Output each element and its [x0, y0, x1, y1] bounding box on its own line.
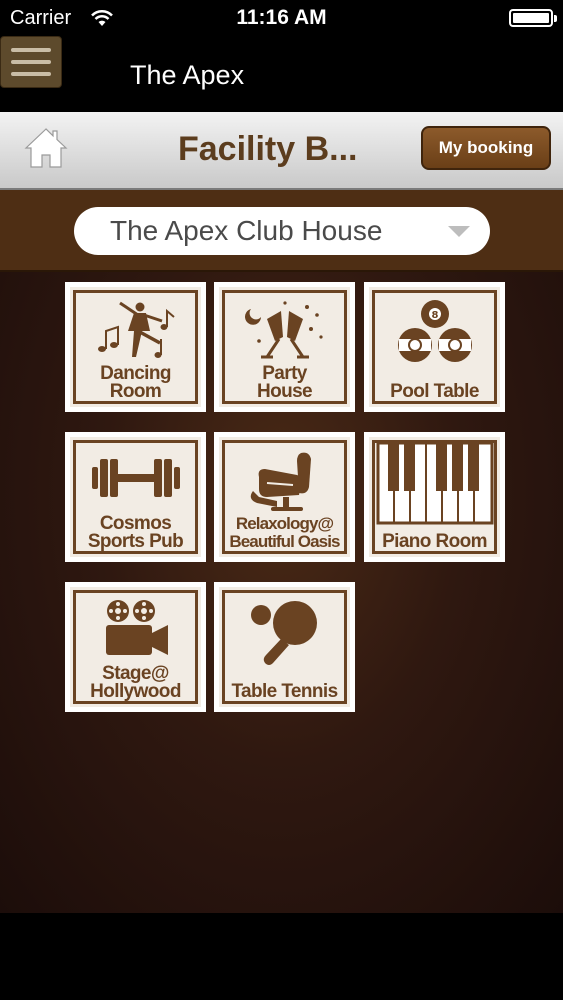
club-select[interactable]: The Apex Club House — [74, 207, 490, 255]
facility-tile-dancing-room[interactable]: Dancing Room — [65, 282, 206, 412]
nav-title: The Apex — [130, 60, 245, 90]
status-time: 11:16 AM — [236, 6, 327, 29]
facility-label: Stage@ Hollywood — [90, 663, 181, 702]
facility-label: Pool Table — [390, 381, 479, 402]
hamburger-menu-icon[interactable] — [0, 36, 62, 88]
facility-tile-pool-table[interactable]: 8 Pool Table — [364, 282, 505, 412]
nav-bar: The Apex — [0, 36, 563, 112]
bottom-bar — [0, 913, 563, 1000]
massage-chair-icon — [250, 452, 311, 511]
piano-keys-icon — [376, 441, 493, 525]
facility-grid: Dancing Room Party House 8 Pool Table Co… — [0, 272, 563, 913]
facility-label: Piano Room — [382, 531, 487, 552]
facility-label: Relaxology@ Beautiful Oasis — [229, 514, 340, 551]
chevron-down-icon — [448, 226, 470, 237]
facility-tile-cosmos-sports-pub[interactable]: Cosmos Sports Pub — [65, 432, 206, 562]
my-booking-button[interactable]: My booking — [421, 126, 551, 170]
facility-tile-party-house[interactable]: Party House — [214, 282, 355, 412]
status-bar: Carrier 11:16 AM — [0, 0, 563, 36]
facility-tile-table-tennis[interactable]: Table Tennis — [214, 582, 355, 712]
billiard-balls-icon: 8 — [397, 300, 472, 362]
svg-text:8: 8 — [431, 310, 438, 321]
facility-label: Party House — [256, 363, 313, 402]
dumbbell-icon — [91, 459, 180, 497]
facility-label: Dancing Room — [100, 363, 171, 402]
facility-label: Table Tennis — [231, 681, 338, 702]
club-selector-bar: The Apex Club House — [0, 190, 563, 272]
title-bar: Facility B... My booking — [0, 112, 563, 190]
battery-icon — [509, 9, 557, 27]
facility-tile-relaxology[interactable]: Relaxology@ Beautiful Oasis — [214, 432, 355, 562]
club-select-value: The Apex Club House — [110, 215, 383, 246]
ping-pong-icon — [250, 601, 317, 665]
facility-tile-stage-hollywood[interactable]: Stage@ Hollywood — [65, 582, 206, 712]
champagne-toast-icon — [244, 301, 323, 359]
facility-tile-piano-room[interactable]: Piano Room — [364, 432, 505, 562]
facility-label: Cosmos Sports Pub — [87, 513, 184, 552]
home-icon[interactable] — [24, 127, 68, 169]
movie-camera-icon — [105, 600, 168, 655]
page-title: Facility B... — [178, 130, 358, 168]
dancer-icon — [97, 301, 175, 358]
